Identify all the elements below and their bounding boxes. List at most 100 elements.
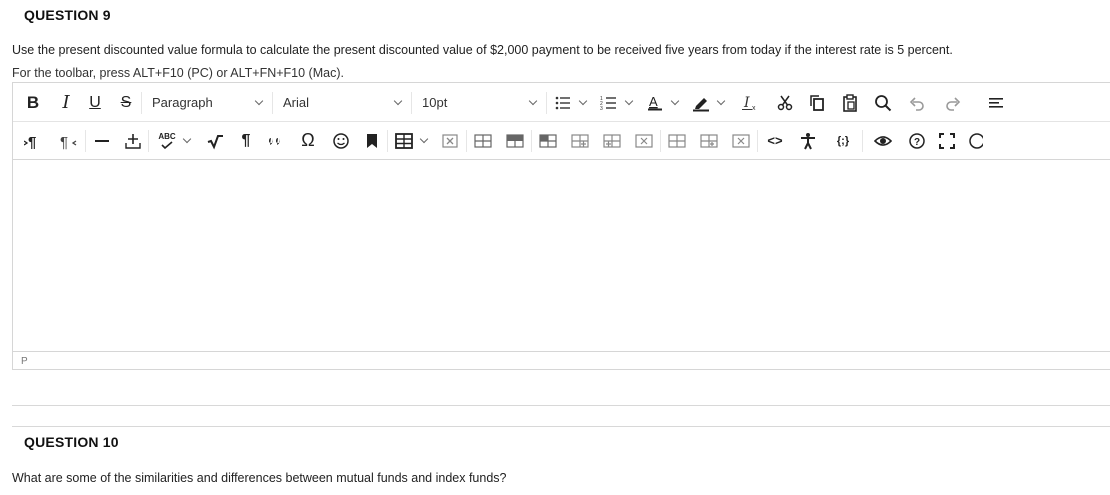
chevron-down-icon (624, 96, 634, 105)
font-size-value: 10pt (422, 95, 448, 110)
clear-formatting-icon: Ix (742, 95, 756, 112)
row-insert-before-button[interactable] (467, 127, 499, 155)
show-blocks-button[interactable]: ¶ (231, 127, 261, 155)
table-button[interactable] (388, 127, 434, 155)
editor-content-area[interactable] (13, 161, 1110, 351)
text-color-icon: A (648, 94, 662, 110)
code-sample-button[interactable]: <> (758, 127, 792, 155)
chevron-down-icon (393, 96, 403, 105)
table-properties-icon (732, 133, 750, 148)
split-cells-button[interactable] (661, 127, 693, 155)
chevron-down-icon (716, 96, 726, 105)
row-insert-after-button[interactable] (499, 127, 531, 155)
horizontal-line-icon (95, 139, 109, 142)
font-size-select[interactable]: 10pt (412, 89, 546, 117)
paste-button[interactable] (833, 89, 867, 117)
clear-formatting-button[interactable]: Ix (731, 89, 769, 117)
plus-icon (125, 133, 141, 149)
divider (12, 426, 1110, 427)
table-props-button[interactable] (725, 127, 757, 155)
redo-button[interactable] (935, 89, 971, 117)
paragraph-rtl-icon: ¶ (60, 134, 77, 150)
accessibility-checker-button[interactable] (792, 127, 824, 155)
chevron-down-icon (670, 96, 680, 105)
horizontal-line-button[interactable] (86, 127, 118, 155)
help-icon: ? (909, 132, 925, 149)
bullet-list-button[interactable] (547, 89, 593, 117)
rtl-paragraph-button[interactable]: ¶ (53, 127, 85, 155)
math-editor-button[interactable] (199, 127, 231, 155)
ltr-paragraph-button[interactable]: ¶ (13, 127, 53, 155)
svg-text:A: A (649, 94, 658, 109)
circle-icon (969, 132, 983, 149)
question-10-title: QUESTION 10 (24, 434, 119, 450)
smiley-icon (333, 132, 349, 149)
editor-toolbar-row-1: B I U S Paragraph Arial 10pt 123 A I x (13, 84, 1110, 122)
block-format-select[interactable]: Paragraph (142, 89, 272, 117)
chevron-down-icon (578, 96, 588, 105)
question-9-text: Use the present discounted value formula… (12, 43, 953, 57)
source-code-button[interactable]: {;} (824, 127, 862, 155)
paragraph-ltr-icon: ¶ (24, 134, 36, 150)
bullet-list-icon (555, 96, 570, 109)
insert-content-button[interactable] (118, 127, 148, 155)
italic-button[interactable]: I (53, 89, 79, 117)
find-replace-button[interactable] (867, 89, 899, 117)
svg-text:¶: ¶ (28, 134, 36, 150)
emoticons-button[interactable] (325, 127, 357, 155)
font-family-value: Arial (283, 95, 310, 110)
divider (12, 405, 1110, 406)
col-insert-after-button[interactable] (596, 127, 628, 155)
cut-button[interactable] (769, 89, 801, 117)
more-options-button[interactable] (971, 89, 1005, 117)
delete-table-button[interactable] (434, 127, 466, 155)
copy-button[interactable] (801, 89, 833, 117)
eye-icon (874, 135, 892, 146)
numbered-list-button[interactable]: 123 (593, 89, 639, 117)
table-row-icon (506, 133, 524, 148)
table-icon (395, 132, 413, 149)
strikethrough-button[interactable]: S (111, 89, 141, 117)
spellcheck-button[interactable]: ABC (149, 127, 199, 155)
underline-button[interactable]: U (79, 89, 111, 117)
svg-text:x: x (752, 105, 756, 112)
col-delete-button[interactable] (628, 127, 660, 155)
clipboard-icon (843, 93, 857, 112)
fullscreen-icon (939, 132, 955, 149)
mashup-button[interactable] (963, 127, 983, 155)
rich-text-editor: B I U S Paragraph Arial 10pt 123 A I x ¶… (12, 82, 1110, 370)
redo-icon (946, 96, 961, 111)
preview-button[interactable] (863, 127, 903, 155)
fullscreen-button[interactable] (931, 127, 963, 155)
chevron-down-icon (254, 96, 264, 105)
delete-table-icon (442, 133, 458, 148)
text-color-button[interactable]: A (639, 89, 685, 117)
undo-icon (909, 96, 924, 111)
svg-text:3: 3 (600, 106, 603, 112)
special-character-button[interactable]: Ω (291, 127, 325, 155)
help-button[interactable]: ? (903, 127, 931, 155)
question-10-text: What are some of the similarities and di… (12, 471, 507, 485)
font-family-select[interactable]: Arial (273, 89, 411, 117)
highlighter-icon (693, 97, 709, 111)
scissors-icon (777, 95, 793, 110)
table-column-icon (603, 133, 621, 148)
highlight-color-button[interactable] (685, 89, 731, 117)
table-column-delete-icon (635, 133, 653, 148)
blockquote-button[interactable] (261, 127, 291, 155)
bold-button[interactable]: B (13, 89, 53, 117)
merge-cells-button[interactable] (693, 127, 725, 155)
search-icon (875, 94, 892, 111)
anchor-button[interactable] (357, 127, 387, 155)
block-format-value: Paragraph (152, 95, 213, 110)
editor-status-path: P (13, 351, 1110, 370)
align-left-icon (989, 97, 1003, 108)
svg-text:I: I (743, 95, 750, 111)
col-insert-before-button[interactable] (564, 127, 596, 155)
toolbar-help-text: For the toolbar, press ALT+F10 (PC) or A… (12, 66, 344, 80)
copy-icon (810, 94, 824, 111)
table-split-icon (668, 133, 686, 148)
row-delete-button[interactable] (532, 127, 564, 155)
chevron-down-icon (419, 134, 429, 143)
undo-button[interactable] (899, 89, 935, 117)
